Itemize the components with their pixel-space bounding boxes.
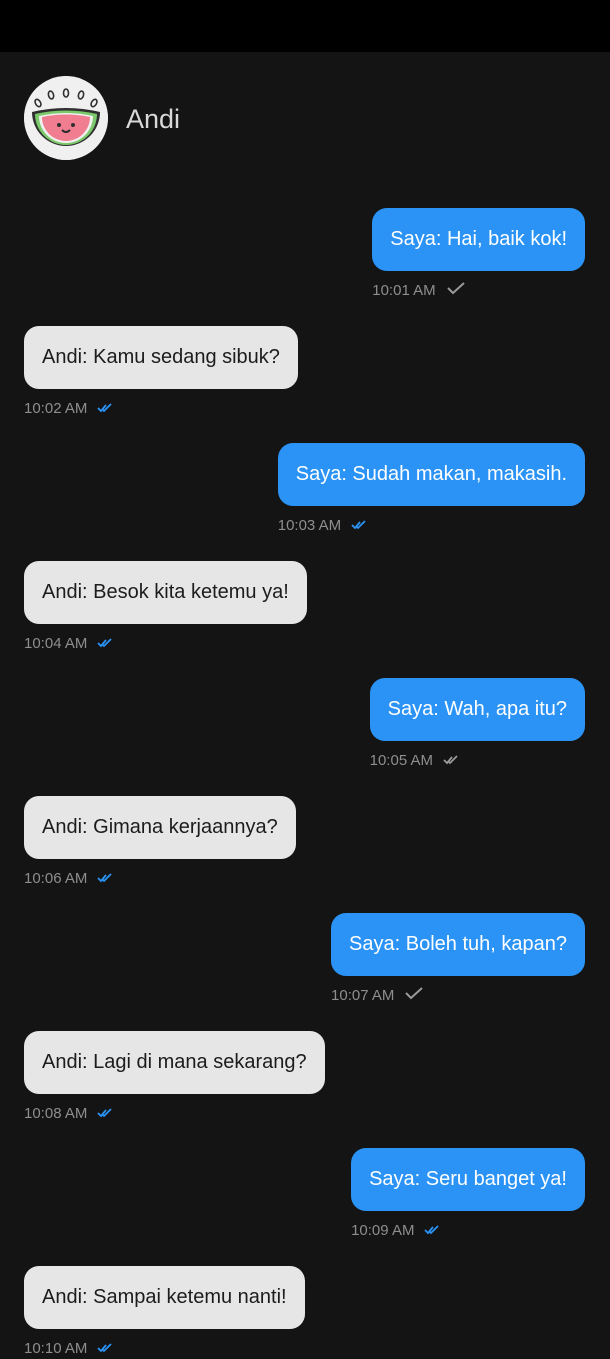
status-bar bbox=[0, 0, 610, 52]
message-bubble[interactable]: Saya: Boleh tuh, kapan? bbox=[331, 913, 585, 976]
message-list[interactable]: Saya: Hai, baik kok! 10:01 AM Andi: Kamu… bbox=[0, 182, 610, 1359]
message-outgoing: Saya: Hai, baik kok! 10:01 AM bbox=[372, 208, 585, 301]
message-time: 10:05 AM bbox=[369, 751, 434, 769]
message-time: 10:02 AM bbox=[24, 399, 88, 417]
message-time: 10:04 AM bbox=[24, 634, 88, 652]
message-bubble[interactable]: Andi: Gimana kerjaannya? bbox=[24, 796, 296, 859]
message-time: 10:09 AM bbox=[351, 1221, 415, 1239]
message-meta: 10:07 AM bbox=[331, 984, 585, 1006]
contact-name: Andi bbox=[126, 104, 181, 134]
message-time: 10:03 AM bbox=[277, 516, 342, 534]
message-outgoing: Saya: Seru banget ya! 10:09 AM bbox=[351, 1148, 585, 1241]
message-meta: 10:08 AM bbox=[24, 1102, 325, 1124]
message-time: 10:07 AM bbox=[331, 986, 395, 1004]
message-meta: 10:01 AM bbox=[372, 279, 585, 301]
read-double-check-icon bbox=[97, 1105, 113, 1122]
message-meta: 10:05 AM bbox=[370, 749, 585, 771]
read-double-check-icon bbox=[97, 1340, 113, 1357]
message-meta: 10:03 AM bbox=[278, 514, 585, 536]
message-bubble[interactable]: Saya: Sudah makan, makasih. bbox=[277, 443, 585, 506]
message-bubble[interactable]: Andi: Lagi di mana sekarang? bbox=[24, 1031, 325, 1094]
message-bubble[interactable]: Saya: Hai, baik kok! bbox=[372, 208, 585, 271]
message-meta: 10:04 AM bbox=[24, 632, 307, 654]
read-double-check-icon bbox=[424, 1222, 440, 1239]
read-double-check-icon bbox=[97, 400, 113, 417]
message-bubble[interactable]: Andi: Besok kita ketemu ya! bbox=[24, 561, 307, 624]
read-double-check-icon bbox=[97, 870, 113, 887]
message-outgoing: Saya: Wah, apa itu? 10:05 AM bbox=[369, 678, 585, 771]
message-incoming: Andi: Kamu sedang sibuk? 10:02 AM bbox=[24, 326, 298, 419]
chat-header: Andi bbox=[0, 52, 610, 182]
watermelon-avatar-icon bbox=[24, 76, 108, 160]
message-bubble[interactable]: Andi: Sampai ketemu nanti! bbox=[24, 1266, 305, 1329]
delivered-double-check-icon bbox=[443, 752, 459, 769]
message-time: 10:08 AM bbox=[24, 1104, 88, 1122]
message-time: 10:10 AM bbox=[24, 1339, 88, 1357]
sent-check-icon bbox=[404, 986, 424, 1004]
message-meta: 10:02 AM bbox=[24, 397, 298, 419]
read-double-check-icon bbox=[351, 517, 367, 534]
message-meta: 10:09 AM bbox=[351, 1219, 585, 1241]
sent-check-icon bbox=[446, 281, 466, 299]
message-outgoing: Saya: Sudah makan, makasih. 10:03 AM bbox=[277, 443, 585, 536]
read-double-check-icon bbox=[97, 635, 113, 652]
message-incoming: Andi: Gimana kerjaannya? 10:06 AM bbox=[24, 796, 296, 889]
message-bubble[interactable]: Saya: Seru banget ya! bbox=[351, 1148, 585, 1211]
message-incoming: Andi: Lagi di mana sekarang? 10:08 AM bbox=[24, 1031, 325, 1124]
message-bubble[interactable]: Saya: Wah, apa itu? bbox=[369, 678, 585, 741]
message-time: 10:06 AM bbox=[24, 869, 88, 887]
message-meta: 10:06 AM bbox=[24, 867, 296, 889]
message-incoming: Andi: Besok kita ketemu ya! 10:04 AM bbox=[24, 561, 307, 654]
message-time: 10:01 AM bbox=[372, 281, 436, 299]
message-bubble[interactable]: Andi: Kamu sedang sibuk? bbox=[24, 326, 298, 389]
message-outgoing: Saya: Boleh tuh, kapan? 10:07 AM bbox=[331, 913, 585, 1006]
avatar[interactable] bbox=[24, 76, 108, 160]
message-incoming: Andi: Sampai ketemu nanti! 10:10 AM bbox=[24, 1266, 305, 1359]
